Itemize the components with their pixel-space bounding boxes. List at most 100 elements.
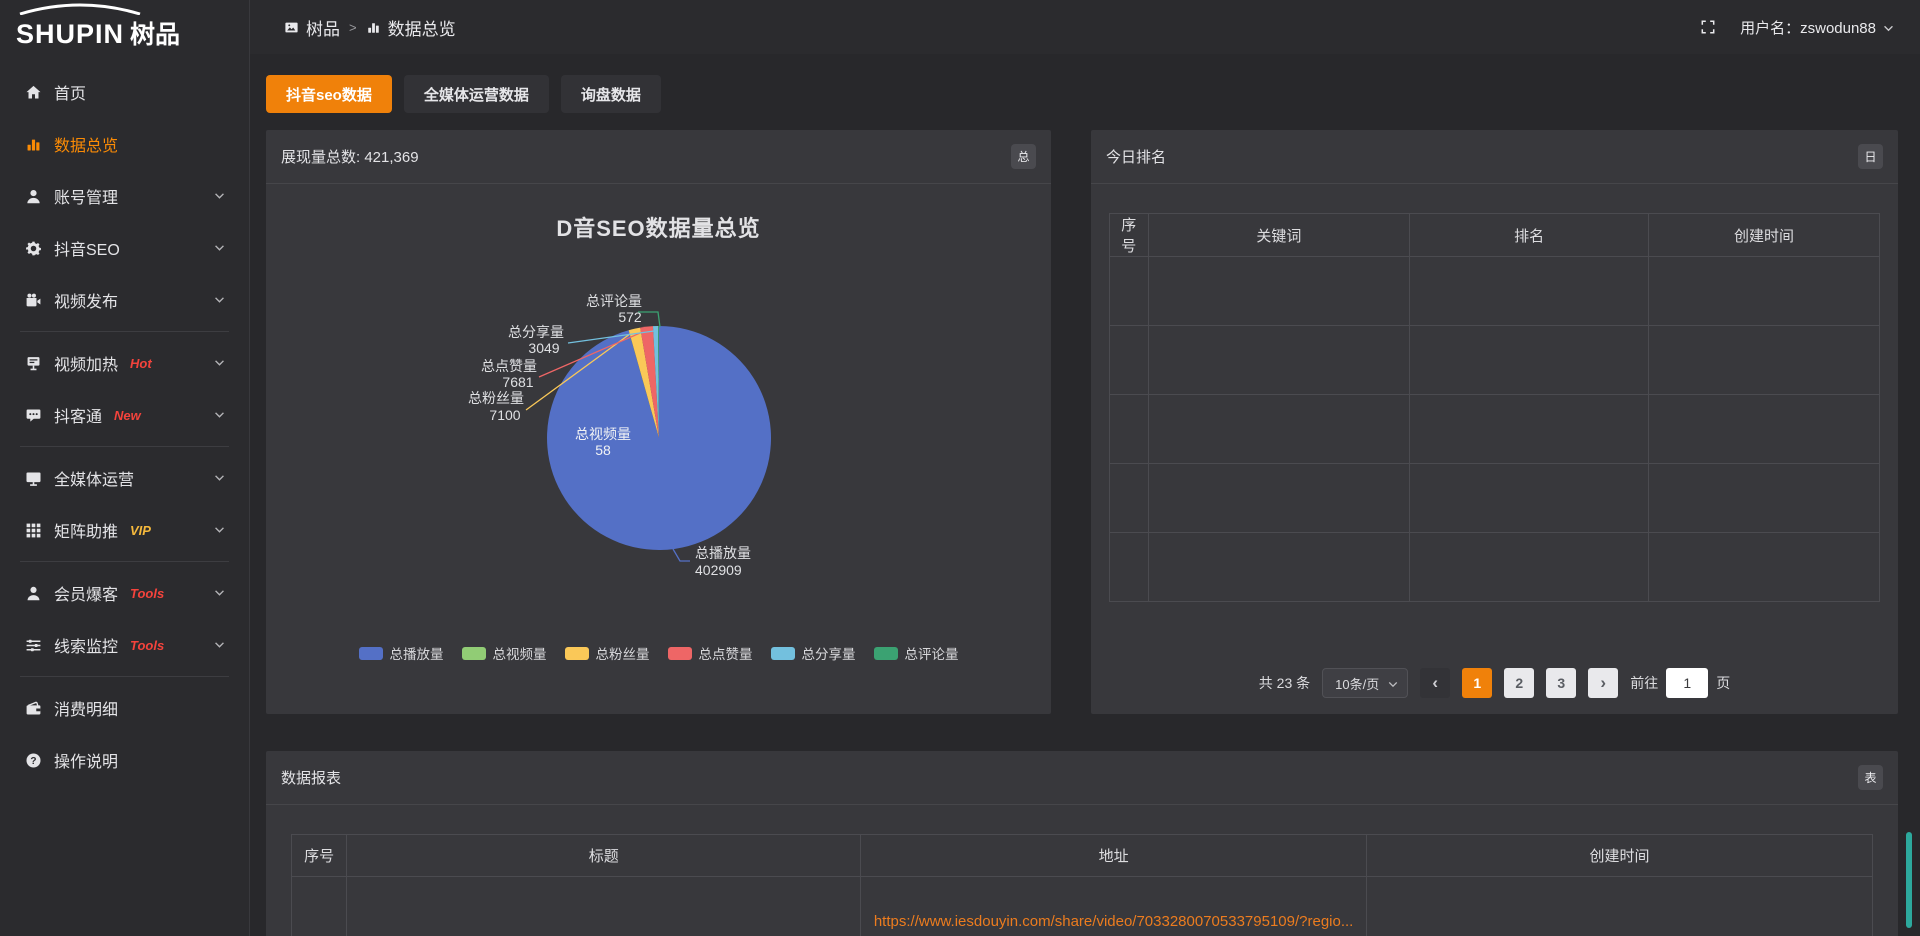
table-cell[interactable] — [347, 877, 861, 936]
goto-label: 前往 — [1630, 673, 1658, 693]
table-cell[interactable] — [292, 877, 347, 936]
sidebar-item-home[interactable]: 首页 — [0, 66, 249, 118]
sidebar-item-member-marketing[interactable]: 会员爆客Tools — [0, 567, 249, 619]
goto-page-input[interactable]: 1 — [1666, 668, 1708, 698]
pie-chart: 总播放量402909总视频量58总粉丝量7100总点赞量7681总分享量3049… — [266, 184, 1051, 685]
table-cell[interactable] — [1110, 464, 1149, 533]
sidebar-item-media-operation[interactable]: 全媒体运营 — [0, 452, 249, 504]
ranking-panel-header: 今日排名 日 — [1091, 130, 1898, 184]
tab-bar: 抖音seo数据全媒体运营数据询盘数据 — [266, 75, 1898, 113]
ranking-table-row — [1110, 533, 1880, 602]
legend-swatch — [771, 647, 795, 660]
breadcrumb-item-0[interactable]: 树品 — [284, 15, 340, 40]
sidebar-item-instructions[interactable]: ?操作说明 — [0, 734, 249, 786]
tab-media-operation-data[interactable]: 全媒体运营数据 — [404, 75, 549, 113]
top-panels-row: 展现量总数: 421,369 总 D音SEO数据量总览 总播放量402909总视… — [266, 130, 1898, 714]
sidebar-item-douyin-seo[interactable]: 抖音SEO — [0, 222, 249, 274]
table-cell[interactable] — [1110, 326, 1149, 395]
ranking-panel-badge-button[interactable]: 日 — [1858, 144, 1883, 169]
table-cell[interactable] — [1410, 533, 1649, 602]
sidebar-item-label: 账号管理 — [54, 184, 118, 208]
table-cell[interactable]: https://www.iesdouyin.com/share/video/70… — [861, 877, 1367, 936]
tab-inquiry-data[interactable]: 询盘数据 — [561, 75, 661, 113]
chevron-down-icon — [214, 475, 225, 482]
legend-item-0[interactable]: 总播放量 — [359, 643, 444, 663]
sidebar-item-data-overview[interactable]: 数据总览 — [0, 118, 249, 170]
sidebar-item-matrix-boost[interactable]: 矩阵助推VIP — [0, 504, 249, 556]
legend-item-3[interactable]: 总点赞量 — [668, 643, 753, 663]
column-header: 创建时间 — [1648, 214, 1879, 257]
user-dropdown[interactable]: 用户名：zswodun88 — [1740, 17, 1894, 38]
pie-label-name-4: 总分享量 — [508, 324, 564, 340]
table-cell[interactable] — [1148, 326, 1410, 395]
table-cell[interactable] — [1148, 395, 1410, 464]
table-cell[interactable] — [1148, 257, 1410, 326]
table-cell[interactable] — [1148, 533, 1410, 602]
legend-item-4[interactable]: 总分享量 — [771, 643, 856, 663]
sidebar-divider — [20, 676, 229, 677]
sidebar-item-leads-monitor[interactable]: 线索监控Tools — [0, 619, 249, 671]
chart-panel-badge-button[interactable]: 总 — [1011, 144, 1036, 169]
table-cell[interactable] — [1648, 533, 1879, 602]
sidebar-item-video-heating[interactable]: 视频加热Hot — [0, 337, 249, 389]
pagination-pages: 123 — [1462, 668, 1576, 698]
table-header-row: 序号标题地址创建时间 — [292, 835, 1873, 877]
table-cell[interactable] — [1110, 257, 1149, 326]
sidebar-item-video-publish[interactable]: 视频发布 — [0, 274, 249, 326]
app-logo[interactable]: SHUPIN 树品 — [0, 0, 249, 54]
legend-item-2[interactable]: 总粉丝量 — [565, 643, 650, 663]
table-cell[interactable] — [1410, 326, 1649, 395]
table-cell[interactable] — [1648, 395, 1879, 464]
legend-item-5[interactable]: 总评论量 — [874, 643, 959, 663]
scrollbar-thumb[interactable] — [1906, 832, 1912, 928]
user-icon — [25, 187, 43, 205]
user-label: 用户名：zswodun88 — [1740, 17, 1876, 38]
breadcrumb: 树品>数据总览 — [284, 15, 456, 40]
pie-label-name-1: 总视频量 — [575, 426, 631, 442]
sidebar: SHUPIN 树品 首页数据总览账号管理抖音SEO视频发布视频加热Hot抖客通N… — [0, 0, 250, 936]
pie-label-name-0: 总播放量 — [695, 545, 751, 561]
page-button-3[interactable]: 3 — [1546, 668, 1576, 698]
monitor-icon — [25, 469, 43, 487]
chevron-down-icon — [214, 642, 225, 649]
table-cell[interactable] — [1110, 395, 1149, 464]
report-table-row: https://www.iesdouyin.com/share/video/70… — [292, 877, 1873, 936]
pie-label-value-1: 58 — [595, 442, 611, 458]
sidebar-item-douketong[interactable]: 抖客通New — [0, 389, 249, 441]
next-page-button[interactable]: › — [1588, 668, 1618, 698]
sidebar-item-label: 数据总览 — [54, 132, 118, 156]
table-cell[interactable] — [1148, 464, 1410, 533]
table-cell[interactable] — [1367, 877, 1873, 936]
page-button-2[interactable]: 2 — [1504, 668, 1534, 698]
page-size-select[interactable]: 10条/页 — [1322, 668, 1408, 698]
table-cell[interactable] — [1648, 326, 1879, 395]
pagination-total: 共 23 条 — [1259, 673, 1310, 693]
table-cell[interactable] — [1648, 257, 1879, 326]
breadcrumb-item-1[interactable]: 数据总览 — [366, 15, 456, 40]
report-panel-header: 数据报表 表 — [266, 751, 1898, 805]
pie-label-value-0: 402909 — [695, 562, 742, 578]
legend-item-1[interactable]: 总视频量 — [462, 643, 547, 663]
sidebar-item-label: 视频加热 — [54, 351, 118, 375]
legend-label: 总播放量 — [390, 643, 444, 663]
page-button-1[interactable]: 1 — [1462, 668, 1492, 698]
table-cell[interactable] — [1410, 464, 1649, 533]
sidebar-item-badge: New — [114, 408, 141, 423]
sidebar-item-badge: VIP — [130, 523, 151, 538]
table-cell[interactable] — [1110, 533, 1149, 602]
table-cell[interactable] — [1410, 257, 1649, 326]
report-panel-badge-button[interactable]: 表 — [1858, 765, 1883, 790]
table-cell[interactable] — [1648, 464, 1879, 533]
sidebar-item-consumption-detail[interactable]: 消费明细 — [0, 682, 249, 734]
column-header: 排名 — [1410, 214, 1649, 257]
table-cell[interactable] — [1410, 395, 1649, 464]
main-content: 抖音seo数据全媒体运营数据询盘数据 展现量总数: 421,369 总 D音SE… — [250, 0, 1920, 936]
tab-douyin-seo-data[interactable]: 抖音seo数据 — [266, 75, 392, 113]
sidebar-menu: 首页数据总览账号管理抖音SEO视频发布视频加热Hot抖客通New 全媒体运营矩阵助… — [0, 54, 249, 786]
fullscreen-icon[interactable] — [1700, 19, 1716, 35]
prev-page-button[interactable]: ‹ — [1420, 668, 1450, 698]
chevron-down-icon — [214, 527, 225, 534]
sidebar-item-account-management[interactable]: 账号管理 — [0, 170, 249, 222]
column-header: 关键词 — [1148, 214, 1410, 257]
legend-label: 总分享量 — [802, 643, 856, 663]
